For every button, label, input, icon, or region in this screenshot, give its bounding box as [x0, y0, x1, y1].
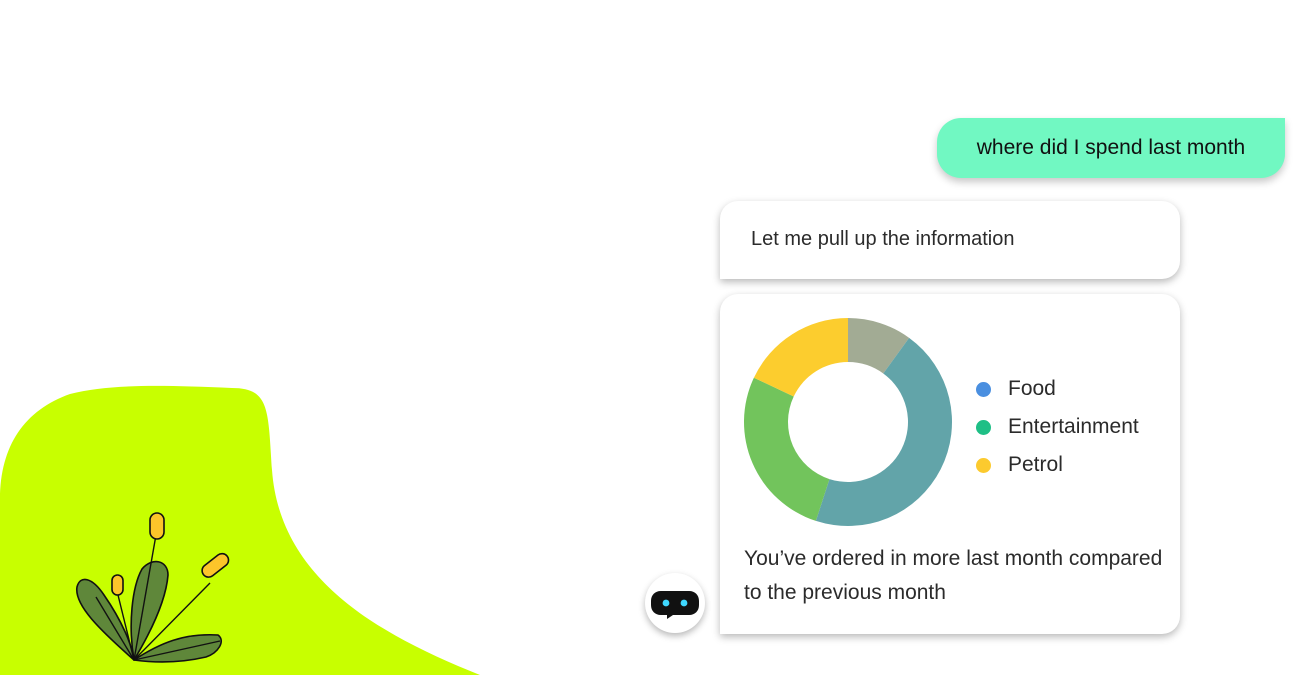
- donut-slice-2: [744, 377, 830, 521]
- user-message-text: where did I spend last month: [976, 136, 1246, 159]
- bot-avatar: [645, 573, 705, 633]
- legend-label-entertainment: Entertainment: [1008, 415, 1139, 438]
- legend-item-food: Food: [976, 370, 1139, 408]
- chart-legend: Food Entertainment Petrol: [976, 370, 1139, 484]
- cattail-plant-icon: [76, 512, 230, 663]
- legend-dot-petrol: [976, 457, 991, 473]
- legend-label-petrol: Petrol: [1008, 453, 1063, 476]
- spending-donut-chart: [744, 318, 953, 526]
- robot-face-icon: [651, 591, 699, 619]
- assistant-message-bubble: Let me pull up the information: [720, 201, 1180, 279]
- user-message-bubble: where did I spend last month: [937, 118, 1285, 178]
- legend-item-petrol: Petrol: [976, 446, 1139, 484]
- assistant-message-text: Let me pull up the information: [751, 228, 1015, 250]
- spending-chart-card: Food Entertainment Petrol You’ve ordered…: [720, 294, 1180, 634]
- legend-dot-food: [976, 381, 991, 397]
- spending-summary-text: You’ve ordered in more last month compar…: [744, 547, 1163, 604]
- legend-dot-entertainment: [976, 419, 991, 435]
- legend-item-entertainment: Entertainment: [976, 408, 1139, 446]
- legend-label-food: Food: [1008, 377, 1056, 400]
